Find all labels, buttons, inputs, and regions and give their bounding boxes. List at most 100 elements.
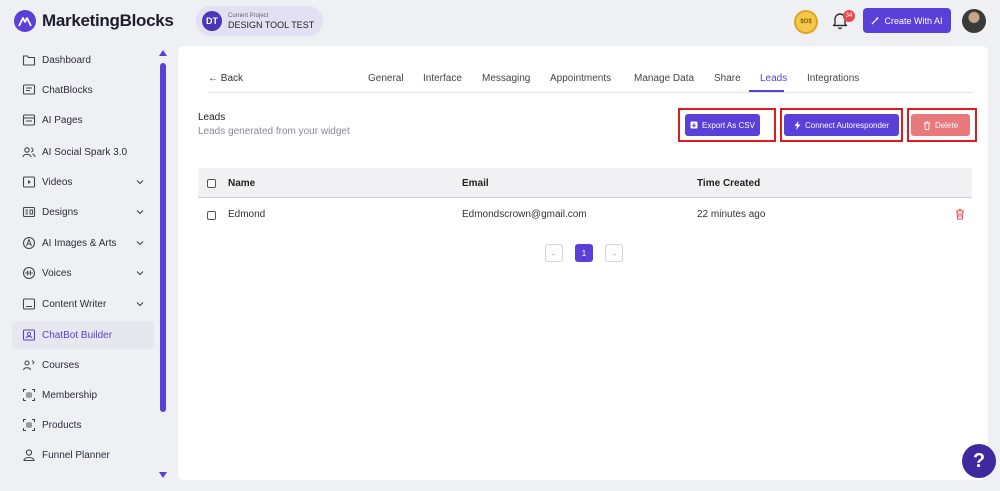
column-header-name: Name <box>228 178 256 189</box>
funnel-icon <box>23 449 35 462</box>
tab-integrations[interactable]: Integrations <box>807 73 859 84</box>
table-header: Name Email Time Created <box>198 168 972 198</box>
back-link[interactable]: ← Back <box>208 73 243 84</box>
sidebar-item-label: Products <box>42 419 82 431</box>
export-csv-label: Export As CSV <box>702 120 755 130</box>
sidebar-item-label: Designs <box>42 206 79 218</box>
video-icon <box>22 176 36 188</box>
chevron-down-icon[interactable] <box>136 269 144 277</box>
current-project-switcher[interactable]: DT Current Project DESIGN TOOL TEST <box>196 6 323 36</box>
users-icon <box>22 147 36 158</box>
sidebar-item-designs[interactable]: Designs <box>12 198 154 226</box>
brand-name: MarketingBlocks <box>42 11 174 30</box>
sidebar-item-videos[interactable]: Videos <box>12 168 154 196</box>
create-with-ai-label: Create With AI <box>884 15 943 26</box>
sidebar-item-voices[interactable]: Voices <box>12 259 154 287</box>
sidebar-scroll-thumb[interactable] <box>160 63 166 412</box>
brand-logo[interactable]: MarketingBlocks <box>14 10 174 32</box>
page-icon <box>22 114 36 126</box>
sidebar-item-label: ChatBot Builder <box>42 329 113 341</box>
tab-share[interactable]: Share <box>714 73 741 84</box>
sidebar-item-ai-pages[interactable]: AI Pages <box>12 106 154 134</box>
sidebar-item-label: Funnel Planner <box>42 449 110 461</box>
sidebar-item-label: Voices <box>42 267 72 279</box>
connect-autoresponder-button[interactable]: Connect Autoresponder <box>784 114 899 136</box>
project-name: DESIGN TOOL TEST <box>228 19 315 30</box>
sidebar: Dashboard ChatBlocks AI Pages AI Social Spa… <box>0 42 172 491</box>
products-icon <box>22 418 36 432</box>
sidebar-item-ai-images-arts[interactable]: AI Images & Arts <box>12 229 154 257</box>
export-file-icon <box>690 121 698 129</box>
voice-icon <box>22 266 36 280</box>
sidebar-item-dashboard[interactable]: Dashboard <box>12 46 154 74</box>
user-avatar[interactable] <box>962 9 986 33</box>
chevron-down-icon[interactable] <box>136 300 144 308</box>
section-title: Leads <box>198 112 226 123</box>
sidebar-item-label: AI Pages <box>42 114 83 126</box>
membership-icon <box>22 388 36 402</box>
pagination-next-button[interactable]: → <box>605 244 623 262</box>
lead-time-created: 22 minutes ago <box>697 209 766 220</box>
sidebar-item-label: ChatBlocks <box>42 84 93 96</box>
notification-count-badge: 34 <box>843 10 855 22</box>
sidebar-item-label: Courses <box>42 359 80 371</box>
sidebar-item-chatblocks[interactable]: ChatBlocks <box>12 76 154 104</box>
lead-email: Edmondscrown@gmail.com <box>462 209 587 220</box>
column-header-email: Email <box>462 178 489 189</box>
sidebar-item-label: Dashboard <box>42 54 91 66</box>
trash-icon <box>923 121 930 130</box>
tab-appointments[interactable]: Appointments <box>550 73 611 84</box>
sidebar-item-label: Content Writer <box>42 298 107 310</box>
table-row: Edmond Edmondscrown@gmail.com 22 minutes… <box>198 198 972 232</box>
art-icon <box>22 236 36 250</box>
lead-name: Edmond <box>228 209 266 220</box>
magic-wand-icon <box>871 16 880 25</box>
create-with-ai-button[interactable]: Create With AI <box>863 8 951 33</box>
pagination-page-1[interactable]: 1 <box>575 244 593 262</box>
sidebar-item-chatbot-builder[interactable]: ChatBot Builder <box>12 321 154 349</box>
delete-row-trash-icon[interactable] <box>954 208 966 220</box>
sidebar-item-funnel-planner[interactable]: Funnel Planner <box>12 441 154 469</box>
top-bar: MarketingBlocks DT Current Project DESIG… <box>0 0 1000 42</box>
chevron-down-icon[interactable] <box>136 178 144 186</box>
delete-button[interactable]: Delete <box>911 114 970 136</box>
folder-icon <box>22 55 36 66</box>
logo-icon <box>14 10 36 32</box>
writer-icon <box>22 298 36 310</box>
sidebar-item-label: Membership <box>42 389 98 401</box>
tab-manage-data[interactable]: Manage Data <box>634 73 694 84</box>
row-checkbox[interactable] <box>207 211 216 220</box>
sidebar-item-label: Videos <box>42 176 73 188</box>
column-header-time-created: Time Created <box>697 178 761 189</box>
sidebar-item-membership[interactable]: Membership <box>12 381 154 409</box>
courses-icon <box>22 360 35 371</box>
sidebar-item-products[interactable]: Products <box>12 411 154 439</box>
pagination-prev-button[interactable]: ← <box>545 244 563 262</box>
tab-general[interactable]: General <box>368 73 404 84</box>
sidebar-item-content-writer[interactable]: Content Writer <box>12 290 154 318</box>
tab-divider <box>208 92 972 93</box>
help-button[interactable]: ? <box>962 444 996 478</box>
section-subtitle: Leads generated from your widget <box>198 126 350 137</box>
design-icon <box>22 206 36 218</box>
credits-coin-icon[interactable]: $O$ <box>794 10 818 34</box>
export-csv-button[interactable]: Export As CSV <box>685 114 760 136</box>
project-caption: Current Project <box>228 12 269 19</box>
delete-label: Delete <box>934 120 959 130</box>
chat-icon <box>22 84 36 95</box>
tab-interface[interactable]: Interface <box>423 73 462 84</box>
tab-messaging[interactable]: Messaging <box>482 73 530 84</box>
sidebar-item-ai-social-spark-3-0[interactable]: AI Social Spark 3.0 <box>12 138 154 166</box>
connect-autoresponder-label: Connect Autoresponder <box>804 120 890 130</box>
select-all-checkbox[interactable] <box>207 179 216 188</box>
chatbot-icon <box>22 329 36 341</box>
sidebar-item-label: AI Social Spark 3.0 <box>42 146 128 158</box>
tab-leads[interactable]: Leads <box>760 73 787 84</box>
chevron-down-icon[interactable] <box>136 208 144 216</box>
sidebar-item-label: AI Images & Arts <box>42 237 117 249</box>
project-avatar: DT <box>202 11 222 31</box>
main-panel: ← Back General Interface Messaging Appointm… <box>178 46 988 480</box>
chevron-down-icon[interactable] <box>136 239 144 247</box>
sidebar-item-courses[interactable]: Courses <box>12 351 154 379</box>
lightning-icon <box>794 120 801 130</box>
